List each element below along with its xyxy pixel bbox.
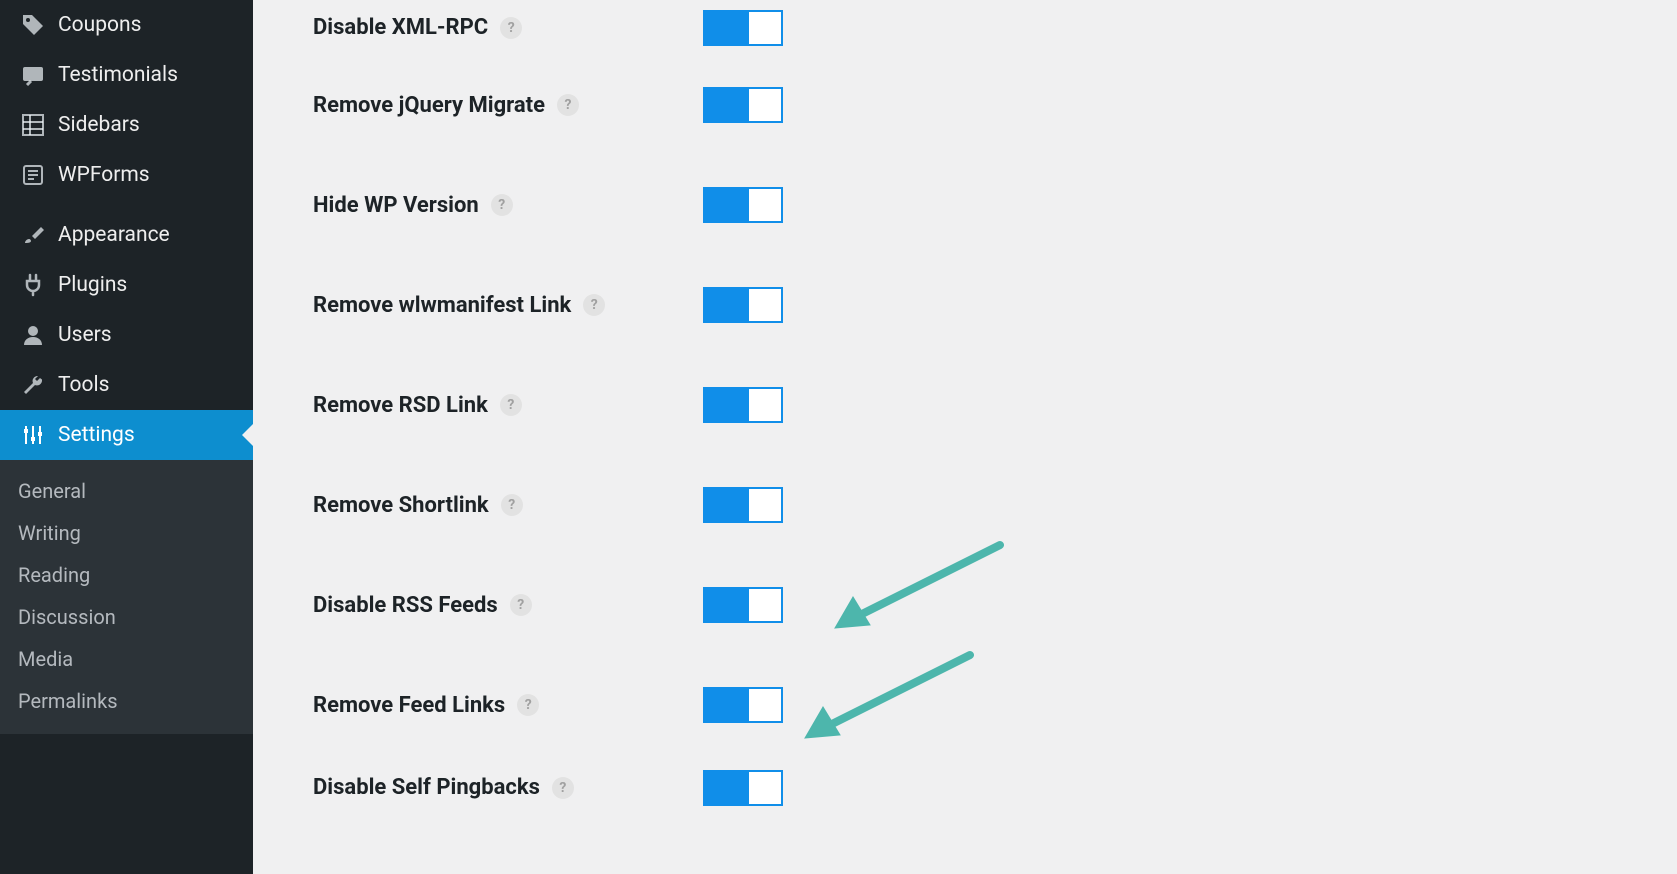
- sidebar-item-label: WPForms: [58, 163, 150, 187]
- toggle-hide-wp-version[interactable]: [703, 187, 783, 223]
- grid-icon: [18, 113, 48, 137]
- sidebar-item-coupons[interactable]: Coupons: [0, 0, 253, 50]
- submenu-item-permalinks[interactable]: Permalinks: [0, 680, 253, 722]
- toggle-remove-wlwmanifest-link[interactable]: [703, 287, 783, 323]
- help-icon[interactable]: ?: [500, 17, 522, 39]
- sidebar-item-label: Tools: [58, 373, 109, 397]
- plug-icon: [18, 273, 48, 297]
- setting-label-text: Remove jQuery Migrate: [313, 93, 545, 118]
- form-icon: [18, 163, 48, 187]
- brush-icon: [18, 223, 48, 247]
- annotation-arrow: [825, 540, 1005, 644]
- sidebar-item-label: Users: [58, 323, 112, 347]
- sliders-icon: [18, 423, 48, 447]
- annotation-arrow: [795, 650, 975, 754]
- toggle-knob: [749, 12, 781, 44]
- help-icon[interactable]: ?: [583, 294, 605, 316]
- setting-row-remove-wlwmanifest-link: Remove wlwmanifest Link?: [313, 255, 1677, 355]
- submenu-item-writing[interactable]: Writing: [0, 512, 253, 554]
- admin-sidebar: Coupons Testimonials Sidebars WPForms Appea…: [0, 0, 253, 874]
- sidebar-item-wpforms[interactable]: WPForms: [0, 150, 253, 200]
- setting-row-disable-xml-rpc: Disable XML-RPC?: [313, 0, 1677, 55]
- setting-label-text: Hide WP Version: [313, 193, 479, 218]
- toggle-knob: [749, 489, 781, 521]
- toggle-knob: [749, 772, 781, 804]
- setting-label: Disable RSS Feeds?: [313, 593, 703, 618]
- toggle-disable-xml-rpc[interactable]: [703, 10, 783, 46]
- sidebar-item-label: Coupons: [58, 13, 141, 37]
- toggle-knob: [749, 189, 781, 221]
- setting-row-disable-self-pingbacks: Disable Self Pingbacks?: [313, 755, 1677, 820]
- toggle-knob: [749, 389, 781, 421]
- setting-row-remove-rsd-link: Remove RSD Link?: [313, 355, 1677, 455]
- toggle-disable-rss-feeds[interactable]: [703, 587, 783, 623]
- setting-label: Remove Shortlink?: [313, 493, 703, 518]
- help-icon[interactable]: ?: [501, 494, 523, 516]
- sidebar-item-settings[interactable]: Settings: [0, 410, 253, 460]
- setting-label: Remove wlwmanifest Link?: [313, 293, 703, 318]
- toggle-remove-feed-links[interactable]: [703, 687, 783, 723]
- setting-label-text: Remove RSD Link: [313, 393, 488, 418]
- submenu-item-reading[interactable]: Reading: [0, 554, 253, 596]
- sidebar-item-users[interactable]: Users: [0, 310, 253, 360]
- setting-row-remove-jquery-migrate: Remove jQuery Migrate?: [313, 55, 1677, 155]
- setting-label-text: Remove wlwmanifest Link: [313, 293, 571, 318]
- help-icon[interactable]: ?: [552, 777, 574, 799]
- app-root: Coupons Testimonials Sidebars WPForms Appea…: [0, 0, 1677, 874]
- settings-submenu: GeneralWritingReadingDiscussionMediaPerm…: [0, 460, 253, 734]
- toggle-knob: [749, 89, 781, 121]
- sidebar-item-tools[interactable]: Tools: [0, 360, 253, 410]
- sidebar-item-appearance[interactable]: Appearance: [0, 210, 253, 260]
- setting-row-hide-wp-version: Hide WP Version?: [313, 155, 1677, 255]
- submenu-item-media[interactable]: Media: [0, 638, 253, 680]
- sidebar-item-label: Sidebars: [58, 113, 140, 137]
- toggle-remove-jquery-migrate[interactable]: [703, 87, 783, 123]
- help-icon[interactable]: ?: [517, 694, 539, 716]
- setting-label: Disable XML-RPC?: [313, 15, 703, 40]
- chat-icon: [18, 63, 48, 87]
- help-icon[interactable]: ?: [557, 94, 579, 116]
- setting-label-text: Disable XML-RPC: [313, 15, 488, 40]
- toggle-knob: [749, 289, 781, 321]
- setting-label: Remove jQuery Migrate?: [313, 93, 703, 118]
- setting-label-text: Disable RSS Feeds: [313, 593, 498, 618]
- toggle-knob: [749, 589, 781, 621]
- setting-label-text: Disable Self Pingbacks: [313, 775, 540, 800]
- toggle-knob: [749, 689, 781, 721]
- setting-label: Disable Self Pingbacks?: [313, 775, 703, 800]
- sidebar-item-label: Testimonials: [58, 63, 178, 87]
- setting-label: Remove RSD Link?: [313, 393, 703, 418]
- setting-label: Hide WP Version?: [313, 193, 703, 218]
- sidebar-item-testimonials[interactable]: Testimonials: [0, 50, 253, 100]
- user-icon: [18, 323, 48, 347]
- sidebar-item-label: Appearance: [58, 223, 170, 247]
- sidebar-item-label: Settings: [58, 423, 135, 447]
- setting-label-text: Remove Shortlink: [313, 493, 489, 518]
- help-icon[interactable]: ?: [510, 594, 532, 616]
- wrench-icon: [18, 373, 48, 397]
- submenu-item-discussion[interactable]: Discussion: [0, 596, 253, 638]
- sidebar-item-plugins[interactable]: Plugins: [0, 260, 253, 310]
- setting-label-text: Remove Feed Links: [313, 693, 505, 718]
- setting-row-remove-feed-links: Remove Feed Links?: [313, 655, 1677, 755]
- menu-separator: [0, 200, 253, 210]
- toggle-remove-rsd-link[interactable]: [703, 387, 783, 423]
- help-icon[interactable]: ?: [500, 394, 522, 416]
- setting-label: Remove Feed Links?: [313, 693, 703, 718]
- sidebar-item-sidebars[interactable]: Sidebars: [0, 100, 253, 150]
- help-icon[interactable]: ?: [491, 194, 513, 216]
- submenu-item-general[interactable]: General: [0, 470, 253, 512]
- tag-icon: [18, 13, 48, 37]
- toggle-disable-self-pingbacks[interactable]: [703, 770, 783, 806]
- toggle-remove-shortlink[interactable]: [703, 487, 783, 523]
- sidebar-item-label: Plugins: [58, 273, 127, 297]
